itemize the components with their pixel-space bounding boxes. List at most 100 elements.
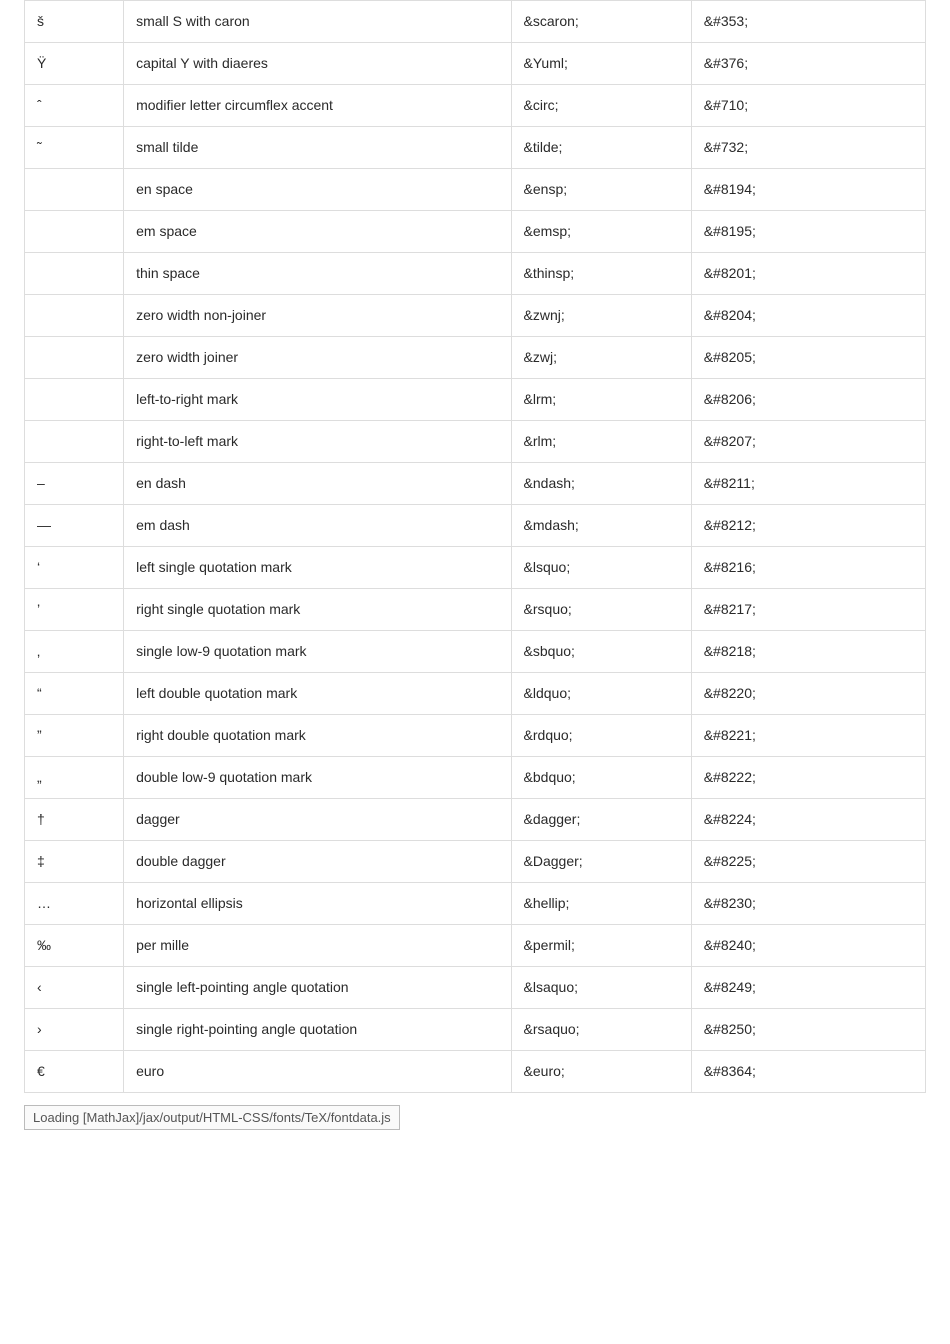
char-cell: “ [25, 673, 124, 715]
description-cell: left double quotation mark [124, 673, 511, 715]
entity-name-cell: &scaron; [511, 1, 691, 43]
entity-number-cell: &#8216; [691, 547, 925, 589]
description-cell: right-to-left mark [124, 421, 511, 463]
char-cell [25, 337, 124, 379]
description-cell: single low-9 quotation mark [124, 631, 511, 673]
char-cell: ˆ [25, 85, 124, 127]
char-cell: ‹ [25, 967, 124, 1009]
char-cell [25, 421, 124, 463]
description-cell: en space [124, 169, 511, 211]
char-cell: š [25, 1, 124, 43]
char-cell: † [25, 799, 124, 841]
char-cell: ‡ [25, 841, 124, 883]
table-row: šsmall S with caron&scaron;&#353; [25, 1, 926, 43]
entity-number-cell: &#8217; [691, 589, 925, 631]
description-cell: horizontal ellipsis [124, 883, 511, 925]
table-row: ”right double quotation mark&rdquo;&#822… [25, 715, 926, 757]
entity-number-cell: &#8222; [691, 757, 925, 799]
description-cell: per mille [124, 925, 511, 967]
table-row: ‰per mille&permil;&#8240; [25, 925, 926, 967]
entity-number-cell: &#8221; [691, 715, 925, 757]
entity-number-cell: &#8212; [691, 505, 925, 547]
entity-number-cell: &#353; [691, 1, 925, 43]
entity-name-cell: &rdquo; [511, 715, 691, 757]
description-cell: em space [124, 211, 511, 253]
entity-name-cell: &ensp; [511, 169, 691, 211]
description-cell: thin space [124, 253, 511, 295]
entity-name-cell: &emsp; [511, 211, 691, 253]
entity-number-cell: &#8224; [691, 799, 925, 841]
entity-number-cell: &#8194; [691, 169, 925, 211]
entity-number-cell: &#732; [691, 127, 925, 169]
entity-name-cell: &sbquo; [511, 631, 691, 673]
entity-name-cell: &rsaquo; [511, 1009, 691, 1051]
description-cell: en dash [124, 463, 511, 505]
description-cell: right single quotation mark [124, 589, 511, 631]
table-row: ‚single low-9 quotation mark&sbquo;&#821… [25, 631, 926, 673]
description-cell: modifier letter circumflex accent [124, 85, 511, 127]
entity-name-cell: &thinsp; [511, 253, 691, 295]
entity-table: šsmall S with caron&scaron;&#353;Ÿcapita… [24, 0, 926, 1093]
table-row: …horizontal ellipsis&hellip;&#8230; [25, 883, 926, 925]
mathjax-loading-status: Loading [MathJax]/jax/output/HTML-CSS/fo… [24, 1105, 400, 1130]
entity-name-cell: &mdash; [511, 505, 691, 547]
entity-name-cell: &bdquo; [511, 757, 691, 799]
char-cell [25, 295, 124, 337]
char-cell: ” [25, 715, 124, 757]
entity-name-cell: &lsaquo; [511, 967, 691, 1009]
entity-name-cell: &circ; [511, 85, 691, 127]
description-cell: small S with caron [124, 1, 511, 43]
entity-number-cell: &#8220; [691, 673, 925, 715]
table-row: em space&emsp;&#8195; [25, 211, 926, 253]
entity-name-cell: &lsquo; [511, 547, 691, 589]
char-cell: Ÿ [25, 43, 124, 85]
description-cell: small tilde [124, 127, 511, 169]
description-cell: dagger [124, 799, 511, 841]
char-cell: … [25, 883, 124, 925]
table-row: ‘left single quotation mark&lsquo;&#8216… [25, 547, 926, 589]
entity-number-cell: &#8201; [691, 253, 925, 295]
table-row: –en dash&ndash;&#8211; [25, 463, 926, 505]
table-row: ›single right-pointing angle quotation&r… [25, 1009, 926, 1051]
char-cell: ‰ [25, 925, 124, 967]
entity-number-cell: &#8207; [691, 421, 925, 463]
char-cell: ˜ [25, 127, 124, 169]
char-cell: „ [25, 757, 124, 799]
entity-name-cell: &Yuml; [511, 43, 691, 85]
table-row: Ÿcapital Y with diaeres&Yuml;&#376; [25, 43, 926, 85]
entity-number-cell: &#8218; [691, 631, 925, 673]
description-cell: zero width joiner [124, 337, 511, 379]
entity-number-cell: &#8225; [691, 841, 925, 883]
entity-name-cell: &rlm; [511, 421, 691, 463]
table-row: ’right single quotation mark&rsquo;&#821… [25, 589, 926, 631]
table-row: right-to-left mark&rlm;&#8207; [25, 421, 926, 463]
char-cell: ’ [25, 589, 124, 631]
table-row: en space&ensp;&#8194; [25, 169, 926, 211]
table-row: „double low-9 quotation mark&bdquo;&#822… [25, 757, 926, 799]
entity-number-cell: &#8364; [691, 1051, 925, 1093]
entity-name-cell: &permil; [511, 925, 691, 967]
entity-name-cell: &hellip; [511, 883, 691, 925]
char-cell [25, 211, 124, 253]
entity-name-cell: &tilde; [511, 127, 691, 169]
entity-name-cell: &ndash; [511, 463, 691, 505]
entity-number-cell: &#8249; [691, 967, 925, 1009]
char-cell: – [25, 463, 124, 505]
entity-number-cell: &#710; [691, 85, 925, 127]
entity-name-cell: &zwnj; [511, 295, 691, 337]
description-cell: em dash [124, 505, 511, 547]
entity-number-cell: &#8211; [691, 463, 925, 505]
entity-name-cell: &rsquo; [511, 589, 691, 631]
entity-number-cell: &#8240; [691, 925, 925, 967]
description-cell: left single quotation mark [124, 547, 511, 589]
description-cell: euro [124, 1051, 511, 1093]
table-row: left-to-right mark&lrm;&#8206; [25, 379, 926, 421]
description-cell: capital Y with diaeres [124, 43, 511, 85]
entity-name-cell: &ldquo; [511, 673, 691, 715]
entity-name-cell: &lrm; [511, 379, 691, 421]
entity-name-cell: &dagger; [511, 799, 691, 841]
char-cell [25, 379, 124, 421]
entity-name-cell: &zwj; [511, 337, 691, 379]
description-cell: double dagger [124, 841, 511, 883]
table-row: ˜small tilde&tilde;&#732; [25, 127, 926, 169]
